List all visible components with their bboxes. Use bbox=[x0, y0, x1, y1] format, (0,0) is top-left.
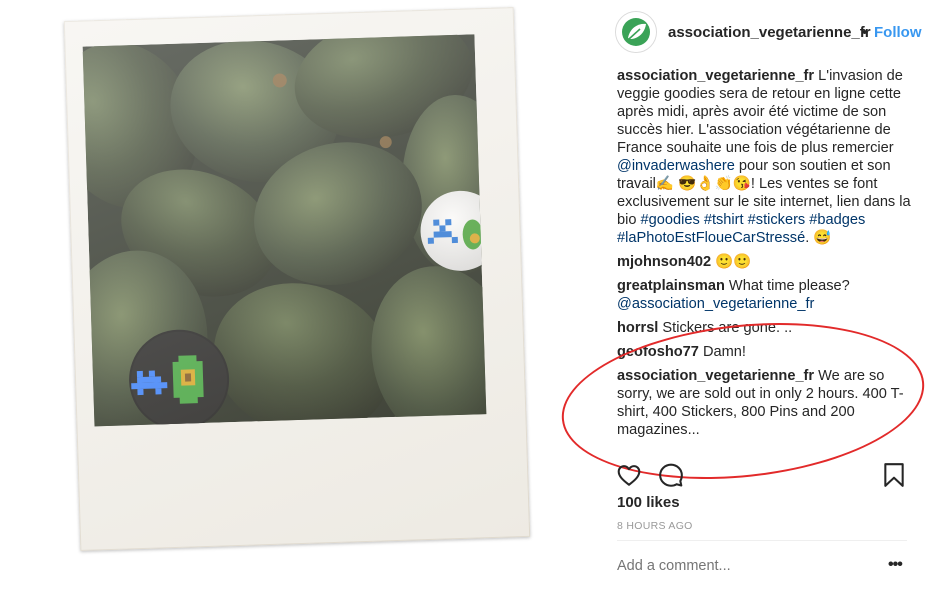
comment-text: What time please? bbox=[724, 278, 850, 294]
avatar[interactable] bbox=[615, 11, 657, 53]
polaroid-frame bbox=[63, 7, 531, 551]
likes-count[interactable]: 100 likes bbox=[617, 494, 680, 511]
divider bbox=[617, 540, 907, 541]
post-timestamp: 8 HOURS AGO bbox=[617, 520, 693, 532]
heart-icon bbox=[617, 465, 641, 486]
post-header: association_vegetarienne_fr • Follow bbox=[600, 0, 926, 66]
like-button[interactable] bbox=[616, 462, 642, 493]
post-image[interactable] bbox=[82, 34, 487, 427]
header-separator: • bbox=[862, 24, 868, 41]
hashtag-laphotoestfloue[interactable]: #laPhotoEstFloueCarStressé bbox=[617, 230, 805, 246]
hashtag-stickers[interactable]: #stickers bbox=[748, 212, 806, 228]
save-button[interactable] bbox=[882, 462, 906, 493]
comment-mention[interactable]: @association_vegetarienne_fr bbox=[617, 296, 814, 312]
caption-text-3: . 😅 bbox=[805, 230, 832, 246]
post-caption: association_vegetarienne_fr L'invasion d… bbox=[617, 67, 917, 247]
comment-button[interactable] bbox=[658, 462, 684, 493]
post-photo-area bbox=[0, 0, 600, 593]
comment-username[interactable]: horrsl bbox=[617, 320, 658, 336]
comment-item: mjohnson402 🙂🙂 bbox=[617, 253, 917, 271]
comment-icon bbox=[659, 463, 683, 487]
action-bar bbox=[616, 462, 906, 492]
add-comment-input[interactable] bbox=[617, 558, 857, 574]
caption-mention[interactable]: @invaderwashere bbox=[617, 158, 735, 174]
hashtag-badges[interactable]: #badges bbox=[809, 212, 865, 228]
comment-username[interactable]: greatplainsman bbox=[617, 278, 725, 294]
bookmark-icon bbox=[884, 463, 904, 487]
hashtag-goodies[interactable]: #goodies bbox=[641, 212, 700, 228]
more-options-button[interactable]: ••• bbox=[888, 556, 903, 574]
comment-item: greatplainsman What time please? @associ… bbox=[617, 277, 917, 313]
header-username[interactable]: association_vegetarienne_fr bbox=[668, 24, 871, 41]
comment-text: 🙂🙂 bbox=[711, 254, 752, 270]
leaf-logo-icon bbox=[616, 12, 656, 52]
comment-username[interactable]: mjohnson402 bbox=[617, 254, 711, 270]
caption-username[interactable]: association_vegetarienne_fr bbox=[617, 68, 814, 84]
follow-button[interactable]: Follow bbox=[874, 24, 926, 41]
hashtag-tshirt[interactable]: #tshirt bbox=[704, 212, 744, 228]
